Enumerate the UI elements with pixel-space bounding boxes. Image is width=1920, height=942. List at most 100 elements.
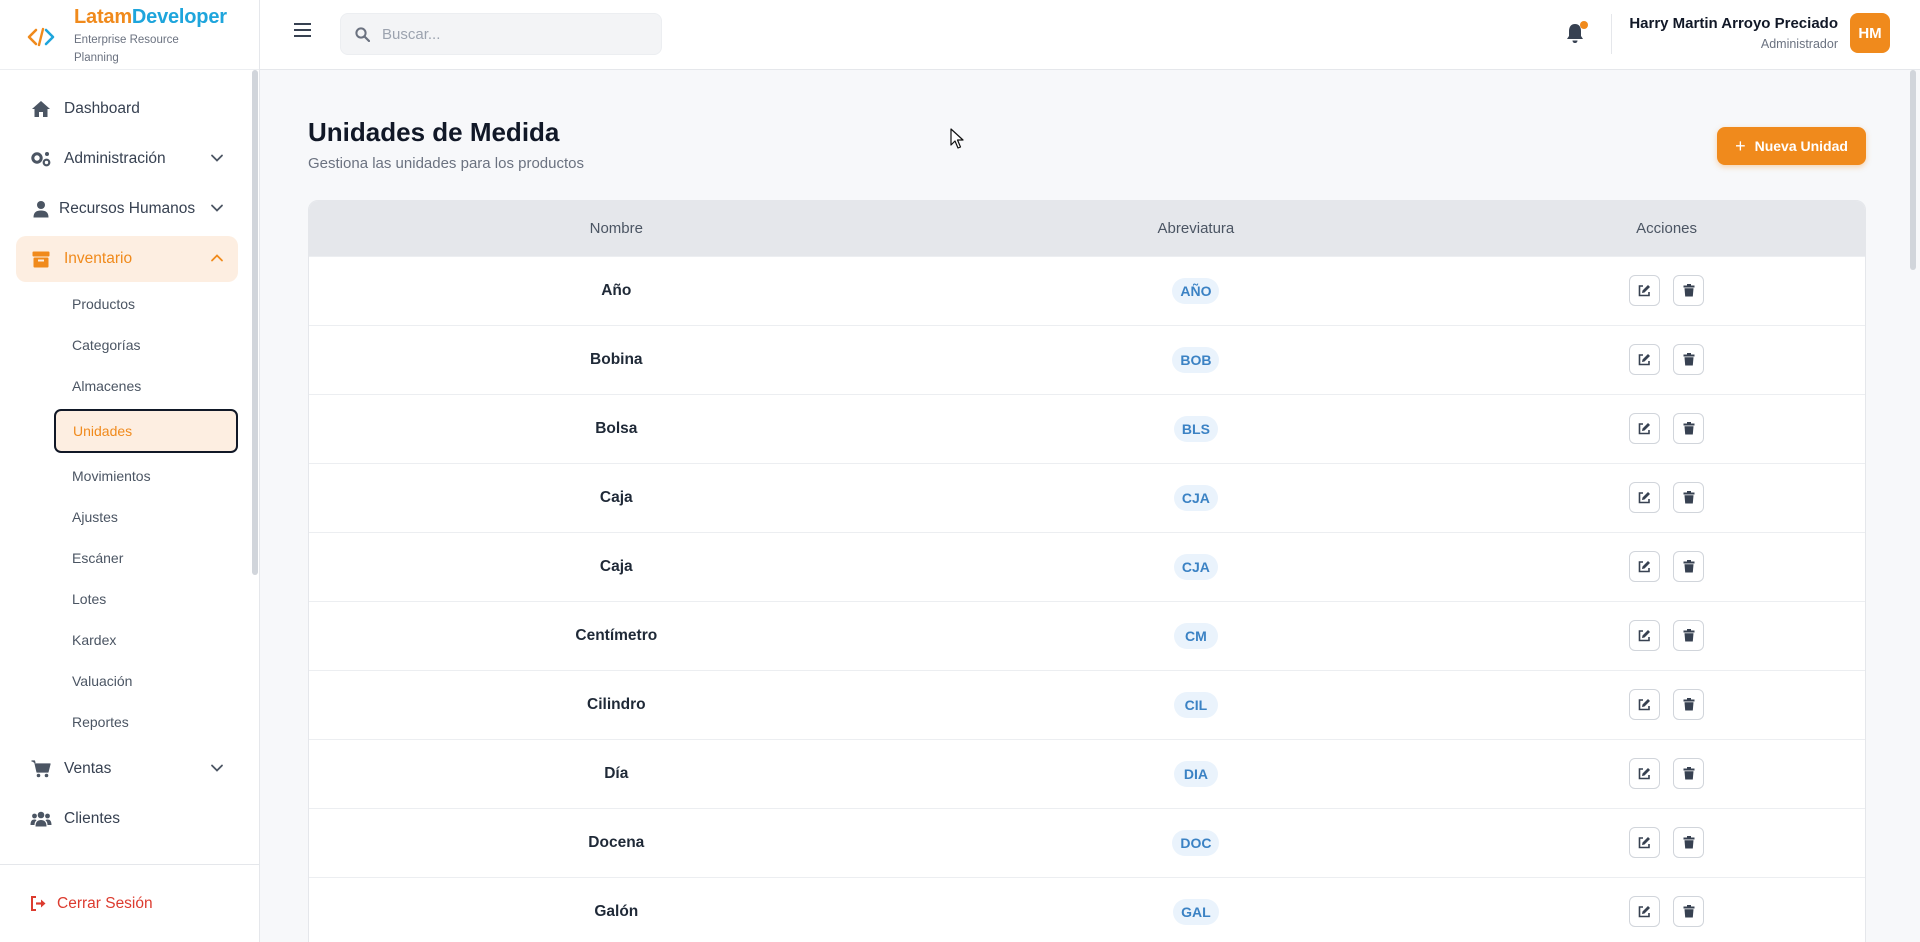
edit-button[interactable] (1629, 413, 1661, 444)
logo-icon (27, 27, 55, 47)
search-input[interactable] (382, 25, 642, 43)
column-header-abreviatura[interactable]: Abreviatura (923, 201, 1469, 256)
delete-button[interactable] (1673, 275, 1705, 306)
sidebar-item-label: Dashboard (64, 100, 140, 117)
unit-abbr-badge: BLS (1173, 415, 1218, 442)
table-header-row: Nombre Abreviatura Acciones (309, 201, 1865, 256)
unit-name: Bobina (309, 324, 924, 394)
sidebar-scrollbar[interactable] (252, 70, 258, 575)
edit-icon (1638, 561, 1651, 573)
submenu-item-unidades[interactable]: Unidades (54, 409, 238, 453)
table-row: Centímetro CM (309, 600, 1865, 670)
edit-icon (1638, 630, 1651, 642)
table-body: Año AÑO Bobina BOB Bolsa BLS Caja CJA Caja CJA Cen… (309, 255, 1865, 942)
edit-button[interactable] (1629, 689, 1661, 720)
submenu-item-lotes[interactable]: Lotes (16, 581, 238, 617)
submenu-item-kardex[interactable]: Kardex (16, 622, 238, 658)
edit-button[interactable] (1629, 758, 1661, 789)
brand[interactable]: LatamDeveloper Enterprise Resource Plann… (0, 0, 259, 70)
brand-title: LatamDeveloper (74, 6, 227, 28)
delete-button[interactable] (1673, 482, 1705, 513)
notifications-button[interactable] (1565, 21, 1588, 44)
submenu-item-valuacion[interactable]: Valuación (16, 663, 238, 699)
new-unit-button[interactable]: + Nueva Unidad (1717, 127, 1866, 165)
actions-cell (1468, 876, 1865, 942)
actions-cell (1468, 393, 1865, 463)
user-role: Administrador (1760, 37, 1838, 51)
column-header-nombre[interactable]: Nombre (309, 201, 924, 256)
sidebar-item-inventario[interactable]: Inventario (16, 236, 238, 282)
sidebar-item-clientes[interactable]: Clientes (16, 796, 238, 842)
unit-abbr-badge: CJA (1173, 553, 1218, 580)
sidebar-item-recursos-humanos[interactable]: Recursos Humanos (16, 186, 238, 232)
submenu-item-almacenes[interactable]: Almacenes (16, 368, 238, 404)
mouse-cursor-icon (950, 128, 964, 149)
edit-icon (1638, 837, 1651, 849)
unit-abbr-cell: CJA (923, 531, 1469, 601)
delete-button[interactable] (1673, 896, 1705, 928)
table-row: Caja CJA (309, 462, 1865, 532)
table-row: Caja CJA (309, 531, 1865, 601)
submenu-item-movimientos[interactable]: Movimientos (16, 458, 238, 494)
sidebar-item-ventas[interactable]: Ventas (16, 746, 238, 792)
table-row: Cilindro CIL (309, 669, 1865, 739)
unit-abbr-badge: DOC (1172, 829, 1220, 856)
submenu-item-categorias[interactable]: Categorías (16, 327, 238, 363)
delete-button[interactable] (1673, 620, 1705, 651)
new-unit-label: Nueva Unidad (1754, 138, 1848, 154)
brand-subtitle: Enterprise Resource Planning (74, 34, 179, 64)
actions-cell (1468, 255, 1865, 325)
edit-button[interactable] (1629, 827, 1661, 858)
sidebar-item-label: Ventas (64, 760, 112, 777)
delete-button[interactable] (1673, 758, 1705, 789)
page-scrollbar[interactable] (1910, 70, 1916, 270)
user-icon (30, 198, 52, 220)
user-name[interactable]: Harry Martin Arroyo Preciado (1629, 15, 1838, 32)
submenu-item-ajustes[interactable]: Ajustes (16, 499, 238, 535)
delete-button[interactable] (1673, 551, 1705, 582)
edit-button[interactable] (1629, 344, 1661, 375)
trash-icon (1683, 353, 1695, 366)
edit-icon (1638, 768, 1651, 780)
search-box[interactable] (340, 13, 662, 55)
edit-icon (1638, 699, 1651, 711)
search-icon (355, 26, 370, 42)
table-row: Día DIA (309, 738, 1865, 808)
delete-button[interactable] (1673, 413, 1705, 444)
notification-badge (1580, 21, 1588, 29)
sidebar-item-administracion[interactable]: Administración (16, 136, 238, 182)
sidebar-item-dashboard[interactable]: Dashboard (16, 86, 238, 132)
unit-abbr-badge: AÑO (1172, 277, 1220, 304)
delete-button[interactable] (1673, 689, 1705, 720)
edit-button[interactable] (1629, 896, 1661, 928)
edit-button[interactable] (1629, 620, 1661, 651)
submenu-item-escaner[interactable]: Escáner (16, 540, 238, 576)
inventory-submenu: Productos Categorías Almacenes Unidades … (16, 286, 238, 740)
sign-out-icon (30, 896, 47, 911)
table-row: Bobina BOB (309, 324, 1865, 394)
edit-button[interactable] (1629, 482, 1661, 513)
unit-name: Caja (309, 462, 924, 532)
unit-name: Centímetro (309, 600, 924, 670)
submenu-item-reportes[interactable]: Reportes (16, 704, 238, 740)
sidebar-item-label: Recursos Humanos (59, 200, 196, 217)
delete-button[interactable] (1673, 344, 1705, 375)
avatar[interactable]: HM (1850, 13, 1890, 53)
delete-button[interactable] (1673, 827, 1705, 858)
actions-cell (1468, 738, 1865, 808)
submenu-item-productos[interactable]: Productos (16, 286, 238, 322)
sidebar: LatamDeveloper Enterprise Resource Plann… (0, 0, 260, 942)
unit-abbr-badge: DIA (1173, 760, 1218, 787)
edit-button[interactable] (1629, 551, 1661, 582)
unit-abbr-badge: BOB (1172, 346, 1220, 373)
box-icon (30, 248, 52, 270)
logout-button[interactable]: Cerrar Sesión (0, 864, 259, 942)
table-row: Docena DOC (309, 807, 1865, 877)
table-row: Año AÑO (309, 255, 1865, 325)
table-row: Bolsa BLS (309, 393, 1865, 463)
edit-button[interactable] (1629, 275, 1661, 306)
home-icon (30, 98, 52, 120)
actions-cell (1468, 669, 1865, 739)
unit-abbr-cell: BOB (923, 324, 1469, 394)
hamburger-menu-button[interactable] (294, 22, 314, 42)
